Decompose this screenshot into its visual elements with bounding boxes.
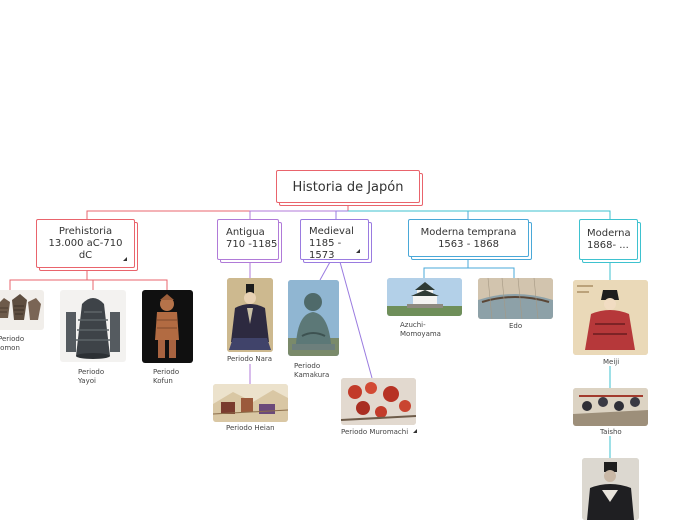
jomon-caption: Periodo Jomon: [0, 335, 25, 352]
root-topic[interactable]: Historia de Japón: [276, 170, 420, 203]
branch-topic-prehistoria[interactable]: Prehistoria 13.000 aC-710 dC: [36, 219, 135, 268]
yayoi-dotaku-image[interactable]: [60, 290, 126, 362]
branch-topic-antigua[interactable]: Antigua 710 -1185: [217, 219, 279, 260]
kamakura-caption: Periodo Kamakura: [294, 362, 330, 379]
prehistoria-label-line2: 13.000 aC-710: [48, 238, 123, 249]
medieval-label-line1: Medieval: [309, 226, 354, 237]
meiji-caption: Meiji: [603, 358, 620, 366]
expand-corner-icon[interactable]: [123, 257, 127, 261]
mind-map-canvas[interactable]: Historia de Japón Prehistoria 13.000 aC-…: [0, 0, 696, 520]
azuchi-caption: Azuchi- Momoyama: [400, 321, 441, 338]
muromachi-painting-image[interactable]: [341, 378, 416, 425]
branch-topic-medieval[interactable]: Medieval 1185 - 1573: [300, 219, 369, 260]
moderna-temprana-label-line2: 1563 - 1868: [438, 239, 499, 250]
prehistoria-label-line3: dC: [78, 250, 93, 261]
expand-corner-icon[interactable]: [356, 249, 360, 253]
branch-topic-moderna[interactable]: Moderna 1868- ...: [579, 219, 638, 260]
moderna-label-line2: 1868- ...: [587, 240, 629, 251]
prehistoria-label-line1: Prehistoria: [58, 226, 113, 237]
expand-corner-icon[interactable]: [413, 429, 418, 433]
showa-portrait-image[interactable]: [582, 458, 639, 520]
heian-caption: Periodo Heian: [226, 424, 275, 432]
taisho-print-image[interactable]: [573, 388, 648, 426]
root-topic-label: Historia de Japón: [292, 180, 404, 195]
muromachi-caption: Periodo Muromachi: [341, 428, 418, 437]
moderna-label-line1: Moderna: [587, 228, 631, 239]
antigua-label-line2: 710 -1185: [226, 239, 278, 250]
kofun-caption: Periodo Kofun: [153, 368, 180, 385]
azuchi-castle-image[interactable]: [387, 278, 462, 316]
yayoi-caption: Periodo Yayoi: [78, 368, 105, 385]
taisho-caption: Taisho: [600, 428, 622, 436]
edo-print-image[interactable]: [478, 278, 553, 319]
nara-caption: Periodo Nara: [227, 355, 273, 363]
kofun-haniwa-image[interactable]: [142, 290, 193, 363]
antigua-label-line1: Antigua: [226, 227, 265, 238]
branch-topic-moderna-temprana[interactable]: Moderna temprana 1563 - 1868: [408, 219, 529, 257]
kamakura-buddha-image[interactable]: [288, 280, 339, 356]
jomon-pottery-image[interactable]: [0, 290, 44, 330]
meiji-print-image[interactable]: [573, 280, 648, 355]
moderna-temprana-label-line1: Moderna temprana: [420, 227, 517, 238]
edo-caption: Edo: [509, 322, 523, 330]
heian-scroll-image[interactable]: [213, 384, 288, 422]
nara-emperor-image[interactable]: [227, 278, 273, 352]
